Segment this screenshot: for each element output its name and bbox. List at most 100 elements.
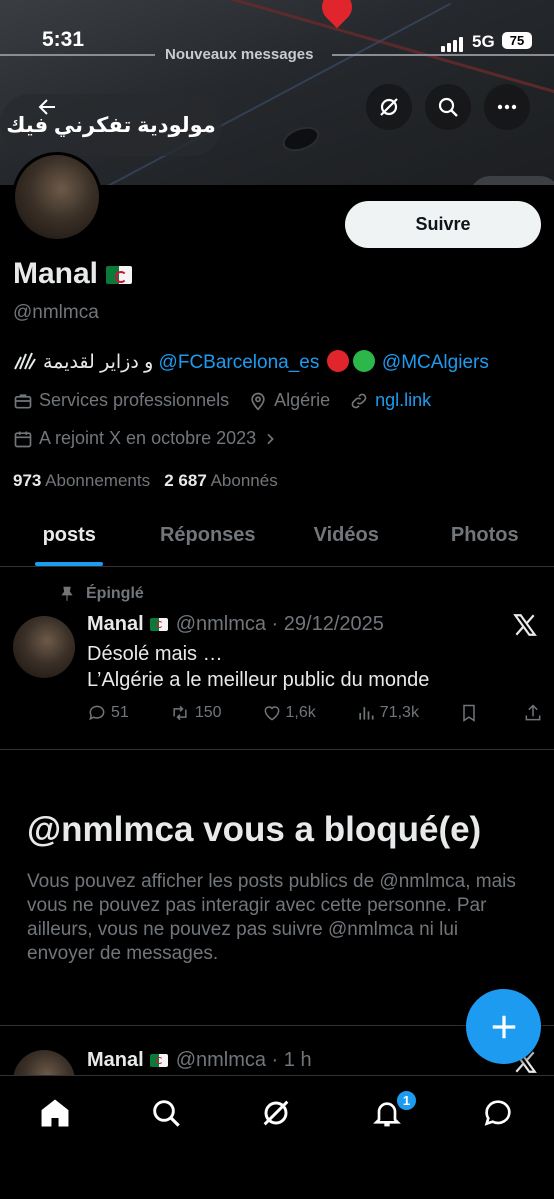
- heart-icon: [264, 706, 279, 721]
- chat-bubble-icon: [484, 1100, 511, 1126]
- post-text: Désolé mais … L’Algérie a le meilleur pu…: [87, 641, 429, 693]
- bio-arabic-text: و دزاير لقديمة: [43, 352, 154, 373]
- post-actions: 51 150 1,6k 71,3k: [87, 703, 547, 723]
- location-text: Algérie: [274, 390, 331, 410]
- network-label: 5G: [472, 32, 495, 51]
- home-icon: [41, 1099, 69, 1127]
- divider: [0, 54, 155, 56]
- followers-stat[interactable]: 2 687 Abonnés: [164, 471, 277, 490]
- x-logo-icon: [512, 612, 538, 643]
- category-text: Services professionnels: [39, 390, 230, 410]
- post-header: Manal @nmlmca · 29/12/2025: [87, 613, 384, 636]
- green-circle-icon: [352, 350, 375, 372]
- following-count: 973: [13, 471, 42, 490]
- follow-stats: 973 Abonnements 2 687 Abonnés: [13, 471, 278, 491]
- search-icon: [438, 97, 458, 117]
- calendar-icon: [14, 431, 32, 447]
- bio-link-fcbarcelona[interactable]: @FCBarcelona_es: [159, 352, 320, 373]
- repost-count: 150: [194, 704, 222, 721]
- following-label: Abonnements: [45, 471, 151, 490]
- tab-photos[interactable]: Photos: [416, 505, 554, 566]
- blocked-title: @nmlmca vous a bloqué(e): [27, 810, 482, 849]
- arrow-left-icon: [38, 99, 55, 115]
- profile-bio: و دزاير لقديمة @FCBarcelona_es @MCAlgier…: [13, 350, 489, 374]
- nav-messages[interactable]: [478, 1093, 518, 1133]
- new-messages-notice[interactable]: Nouveaux messages: [165, 46, 313, 63]
- red-circle-icon: [326, 350, 349, 372]
- plus-icon: [492, 1015, 515, 1038]
- share-icon: [525, 704, 541, 721]
- back-button[interactable]: [24, 84, 70, 130]
- post-text-line: Désolé mais …: [87, 643, 223, 665]
- joined-text: A rejoint X en octobre 2023: [39, 428, 257, 448]
- post-handle-time: @nmlmca · 1 h: [175, 1049, 312, 1071]
- views-button[interactable]: 71,3k: [356, 703, 419, 723]
- profile-name: Manal: [13, 257, 133, 291]
- like-count: 1,6k: [285, 704, 316, 721]
- post-avatar[interactable]: [13, 616, 75, 678]
- more-button[interactable]: [484, 84, 530, 130]
- pinned-indicator: Épinglé: [58, 585, 144, 603]
- repost-button[interactable]: 150: [169, 703, 222, 723]
- category-item: Services professionnels: [13, 390, 229, 411]
- profile-meta-row: Services professionnels Algérie ngl.link: [13, 390, 445, 416]
- more-icon: [497, 104, 517, 110]
- algeria-flag-icon: [106, 266, 133, 285]
- chevron-right-icon: [267, 433, 275, 444]
- post-author[interactable]: Manal: [87, 613, 144, 635]
- views-count: 71,3k: [379, 704, 419, 721]
- profile-avatar[interactable]: [12, 152, 102, 242]
- tab-posts[interactable]: posts: [0, 505, 139, 566]
- bookmark-icon: [463, 704, 475, 722]
- algeria-flag-icon: [149, 618, 168, 632]
- website-item[interactable]: ngl.link: [349, 390, 431, 411]
- reply-count: 51: [111, 704, 129, 721]
- blocked-description: Vous pouvez afficher les posts publics d…: [27, 871, 516, 964]
- post-handle-date: @nmlmca · 29/12/2025: [175, 613, 384, 635]
- nav-grok[interactable]: [256, 1093, 296, 1133]
- profile-handle: @nmlmca: [13, 302, 99, 323]
- views-icon: [359, 707, 374, 720]
- bookmark-button[interactable]: [459, 703, 483, 723]
- grok-icon: [380, 98, 398, 116]
- bio-link-mcalgiers[interactable]: @MCAlgiers: [382, 352, 489, 373]
- post-header: Manal @nmlmca · 1 h: [87, 1049, 312, 1072]
- profile-name-text: Manal: [13, 257, 99, 290]
- joined-row[interactable]: A rejoint X en octobre 2023: [13, 428, 298, 454]
- pin-icon: [61, 586, 73, 601]
- battery-icon: 75: [502, 32, 532, 49]
- link-icon: [351, 393, 367, 408]
- joined-item[interactable]: A rejoint X en octobre 2023: [13, 428, 284, 449]
- post-author[interactable]: Manal: [87, 1049, 144, 1071]
- divider: [332, 54, 554, 56]
- signal-icon: [441, 34, 465, 52]
- share-button[interactable]: [523, 703, 547, 723]
- compose-button[interactable]: [466, 989, 541, 1064]
- adidas-icon: [14, 352, 36, 370]
- briefcase-icon: [14, 393, 32, 408]
- followers-count: 2 687: [164, 471, 207, 490]
- grok-icon: [263, 1100, 289, 1126]
- followers-label: Abonnés: [210, 471, 278, 490]
- status-time: 5:31: [42, 28, 85, 51]
- tab-replies[interactable]: Réponses: [139, 505, 278, 566]
- reply-icon: [89, 705, 105, 721]
- tab-videos[interactable]: Vidéos: [277, 505, 416, 566]
- website-link[interactable]: ngl.link: [375, 390, 431, 411]
- nav-search[interactable]: [146, 1093, 186, 1133]
- algeria-flag-icon: [149, 1054, 168, 1068]
- like-button[interactable]: 1,6k: [262, 703, 316, 723]
- divider: [0, 749, 554, 750]
- notification-badge: 1: [395, 1089, 418, 1112]
- search-button[interactable]: [425, 84, 471, 130]
- reply-button[interactable]: 51: [87, 703, 129, 723]
- pinned-label: Épinglé: [86, 585, 144, 602]
- profile-tabs: posts Réponses Vidéos Photos: [0, 505, 554, 567]
- grok-button[interactable]: [366, 84, 412, 130]
- location-pin-icon: [251, 392, 265, 411]
- following-stat[interactable]: 973 Abonnements: [13, 471, 150, 490]
- follow-button[interactable]: Suivre: [345, 201, 541, 248]
- location-item: Algérie: [248, 390, 330, 411]
- post-text-line: L’Algérie a le meilleur public du monde: [87, 669, 430, 691]
- nav-home[interactable]: [35, 1093, 75, 1133]
